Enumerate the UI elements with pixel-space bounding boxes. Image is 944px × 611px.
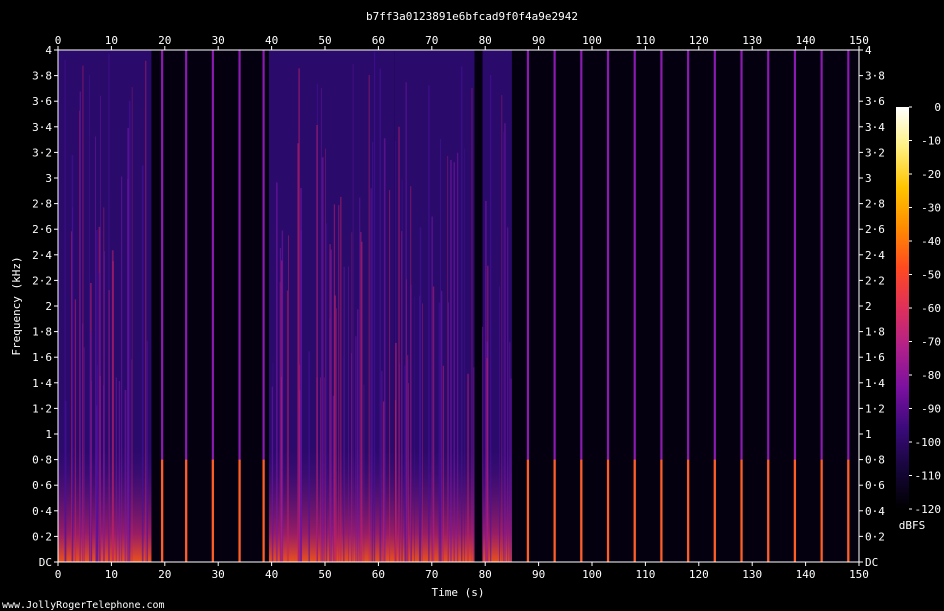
x-tick-label-top: 70 <box>425 34 438 47</box>
x-tick-label: 0 <box>55 568 62 581</box>
x-tick-label-top: 120 <box>689 34 709 47</box>
y-tick-label: 2·8 <box>32 198 52 211</box>
x-tick-label-top: 110 <box>635 34 655 47</box>
y-tick-label: 2·4 <box>32 249 52 262</box>
y-tick-label: 1 <box>45 428 52 441</box>
colorbar-tick-label: -60 <box>921 302 941 315</box>
y-tick-label: 2 <box>45 300 52 313</box>
x-tick-label-top: 0 <box>55 34 62 47</box>
y-tick-label: DC <box>39 556 52 569</box>
x-tick-label: 150 <box>849 568 869 581</box>
y-tick-label: 3·6 <box>32 95 52 108</box>
colorbar-label: dBFS <box>899 519 926 532</box>
y-tick-label: 0·4 <box>32 505 52 518</box>
x-tick-label-top: 140 <box>796 34 816 47</box>
y-tick-label: 1·2 <box>32 402 52 415</box>
y-tick-label: 1·6 <box>32 351 52 364</box>
y-tick-label-right: 2·6 <box>865 223 885 236</box>
x-tick-label: 80 <box>479 568 492 581</box>
y-tick-label: 3·2 <box>32 146 52 159</box>
x-tick-label: 10 <box>105 568 118 581</box>
x-tick-label: 100 <box>582 568 602 581</box>
x-tick-label: 140 <box>796 568 816 581</box>
x-tick-label: 120 <box>689 568 709 581</box>
colorbar-tick-label: -100 <box>915 436 942 449</box>
y-tick-label: 0·2 <box>32 530 52 543</box>
y-tick-label-right: 1·8 <box>865 326 885 339</box>
x-tick-label-top: 30 <box>212 34 225 47</box>
x-tick-label: 70 <box>425 568 438 581</box>
watermark: www.JollyRogerTelephone.com <box>2 600 165 611</box>
colorbar-tick-label: -50 <box>921 269 941 282</box>
x-tick-label-top: 40 <box>265 34 278 47</box>
x-tick-label: 20 <box>158 568 171 581</box>
y-tick-label: 2·6 <box>32 223 52 236</box>
y-tick-label: 2·2 <box>32 274 52 287</box>
y-tick-label-right: 0·2 <box>865 530 885 543</box>
colorbar-tick-label: -120 <box>915 503 942 516</box>
chart-title: b7ff3a0123891e6bfcad9f0f4a9e2942 <box>366 10 578 23</box>
y-tick-label-right: 3·6 <box>865 95 885 108</box>
y-tick-label-right: DC <box>865 556 878 569</box>
y-tick-label: 3 <box>45 172 52 185</box>
x-axis-label: Time (s) <box>432 586 485 599</box>
y-tick-label-right: 0·6 <box>865 479 885 492</box>
colorbar-tick-label: -110 <box>915 470 942 483</box>
x-tick-label-top: 50 <box>318 34 331 47</box>
spectrogram-figure: b7ff3a0123891e6bfcad9f0f4a9e2942 0 10 20 30… <box>2 10 941 611</box>
y-tick-label: 1·4 <box>32 377 52 390</box>
colorbar-tick-label: -90 <box>921 403 941 416</box>
x-tick-label: 130 <box>742 568 762 581</box>
x-tick-label-top: 80 <box>479 34 492 47</box>
y-tick-label-right: 1·2 <box>865 402 885 415</box>
x-tick-label: 50 <box>318 568 331 581</box>
y-tick-label: 4 <box>45 44 52 57</box>
y-tick-label-right: 3·4 <box>865 121 885 134</box>
x-tick-label-top: 10 <box>105 34 118 47</box>
colorbar-tick-label: -70 <box>921 336 941 349</box>
x-tick-label-top: 90 <box>532 34 545 47</box>
x-tick-label: 110 <box>635 568 655 581</box>
y-tick-label: 3·4 <box>32 121 52 134</box>
x-tick-label-top: 100 <box>582 34 602 47</box>
colorbar-tick-label: -10 <box>921 135 941 148</box>
y-tick-label-right: 3·8 <box>865 70 885 83</box>
colorbar-tick-label: -40 <box>921 235 941 248</box>
y-tick-label: 3·8 <box>32 70 52 83</box>
x-tick-label: 60 <box>372 568 385 581</box>
y-tick-label-right: 4 <box>865 44 872 57</box>
y-tick-label-right: 1 <box>865 428 872 441</box>
y-tick-label-right: 0·8 <box>865 454 885 467</box>
x-tick-label-top: 20 <box>158 34 171 47</box>
x-tick-label: 30 <box>212 568 225 581</box>
colorbar-tick-label: 0 <box>934 101 941 114</box>
x-tick-label-top: 60 <box>372 34 385 47</box>
spectrogram-plot <box>57 49 860 563</box>
colorbar-tick-label: -30 <box>921 202 941 215</box>
y-tick-label: 1·8 <box>32 326 52 339</box>
y-tick-label: 0·6 <box>32 479 52 492</box>
x-tick-label: 90 <box>532 568 545 581</box>
y-tick-label-right: 2·2 <box>865 274 885 287</box>
y-tick-label-right: 3 <box>865 172 872 185</box>
y-tick-label-right: 2·8 <box>865 198 885 211</box>
y-tick-label-right: 2·4 <box>865 249 885 262</box>
y-axis-label: Frequency (kHz) <box>10 256 23 355</box>
y-tick-label-right: 1·4 <box>865 377 885 390</box>
x-tick-label-top: 130 <box>742 34 762 47</box>
y-tick-label-right: 0·4 <box>865 505 885 518</box>
colorbar: 0 -10 -20 -30 -40 -50 -60 -70 -80 -90 -100 -110 -120… <box>896 101 941 532</box>
x-tick-label: 40 <box>265 568 278 581</box>
colorbar-tick-label: -20 <box>921 168 941 181</box>
y-tick-label: 0·8 <box>32 454 52 467</box>
y-tick-label-right: 3·2 <box>865 146 885 159</box>
y-tick-label-right: 2 <box>865 300 872 313</box>
y-tick-label-right: 1·6 <box>865 351 885 364</box>
colorbar-ramp <box>896 107 909 509</box>
colorbar-tick-label: -80 <box>921 369 941 382</box>
